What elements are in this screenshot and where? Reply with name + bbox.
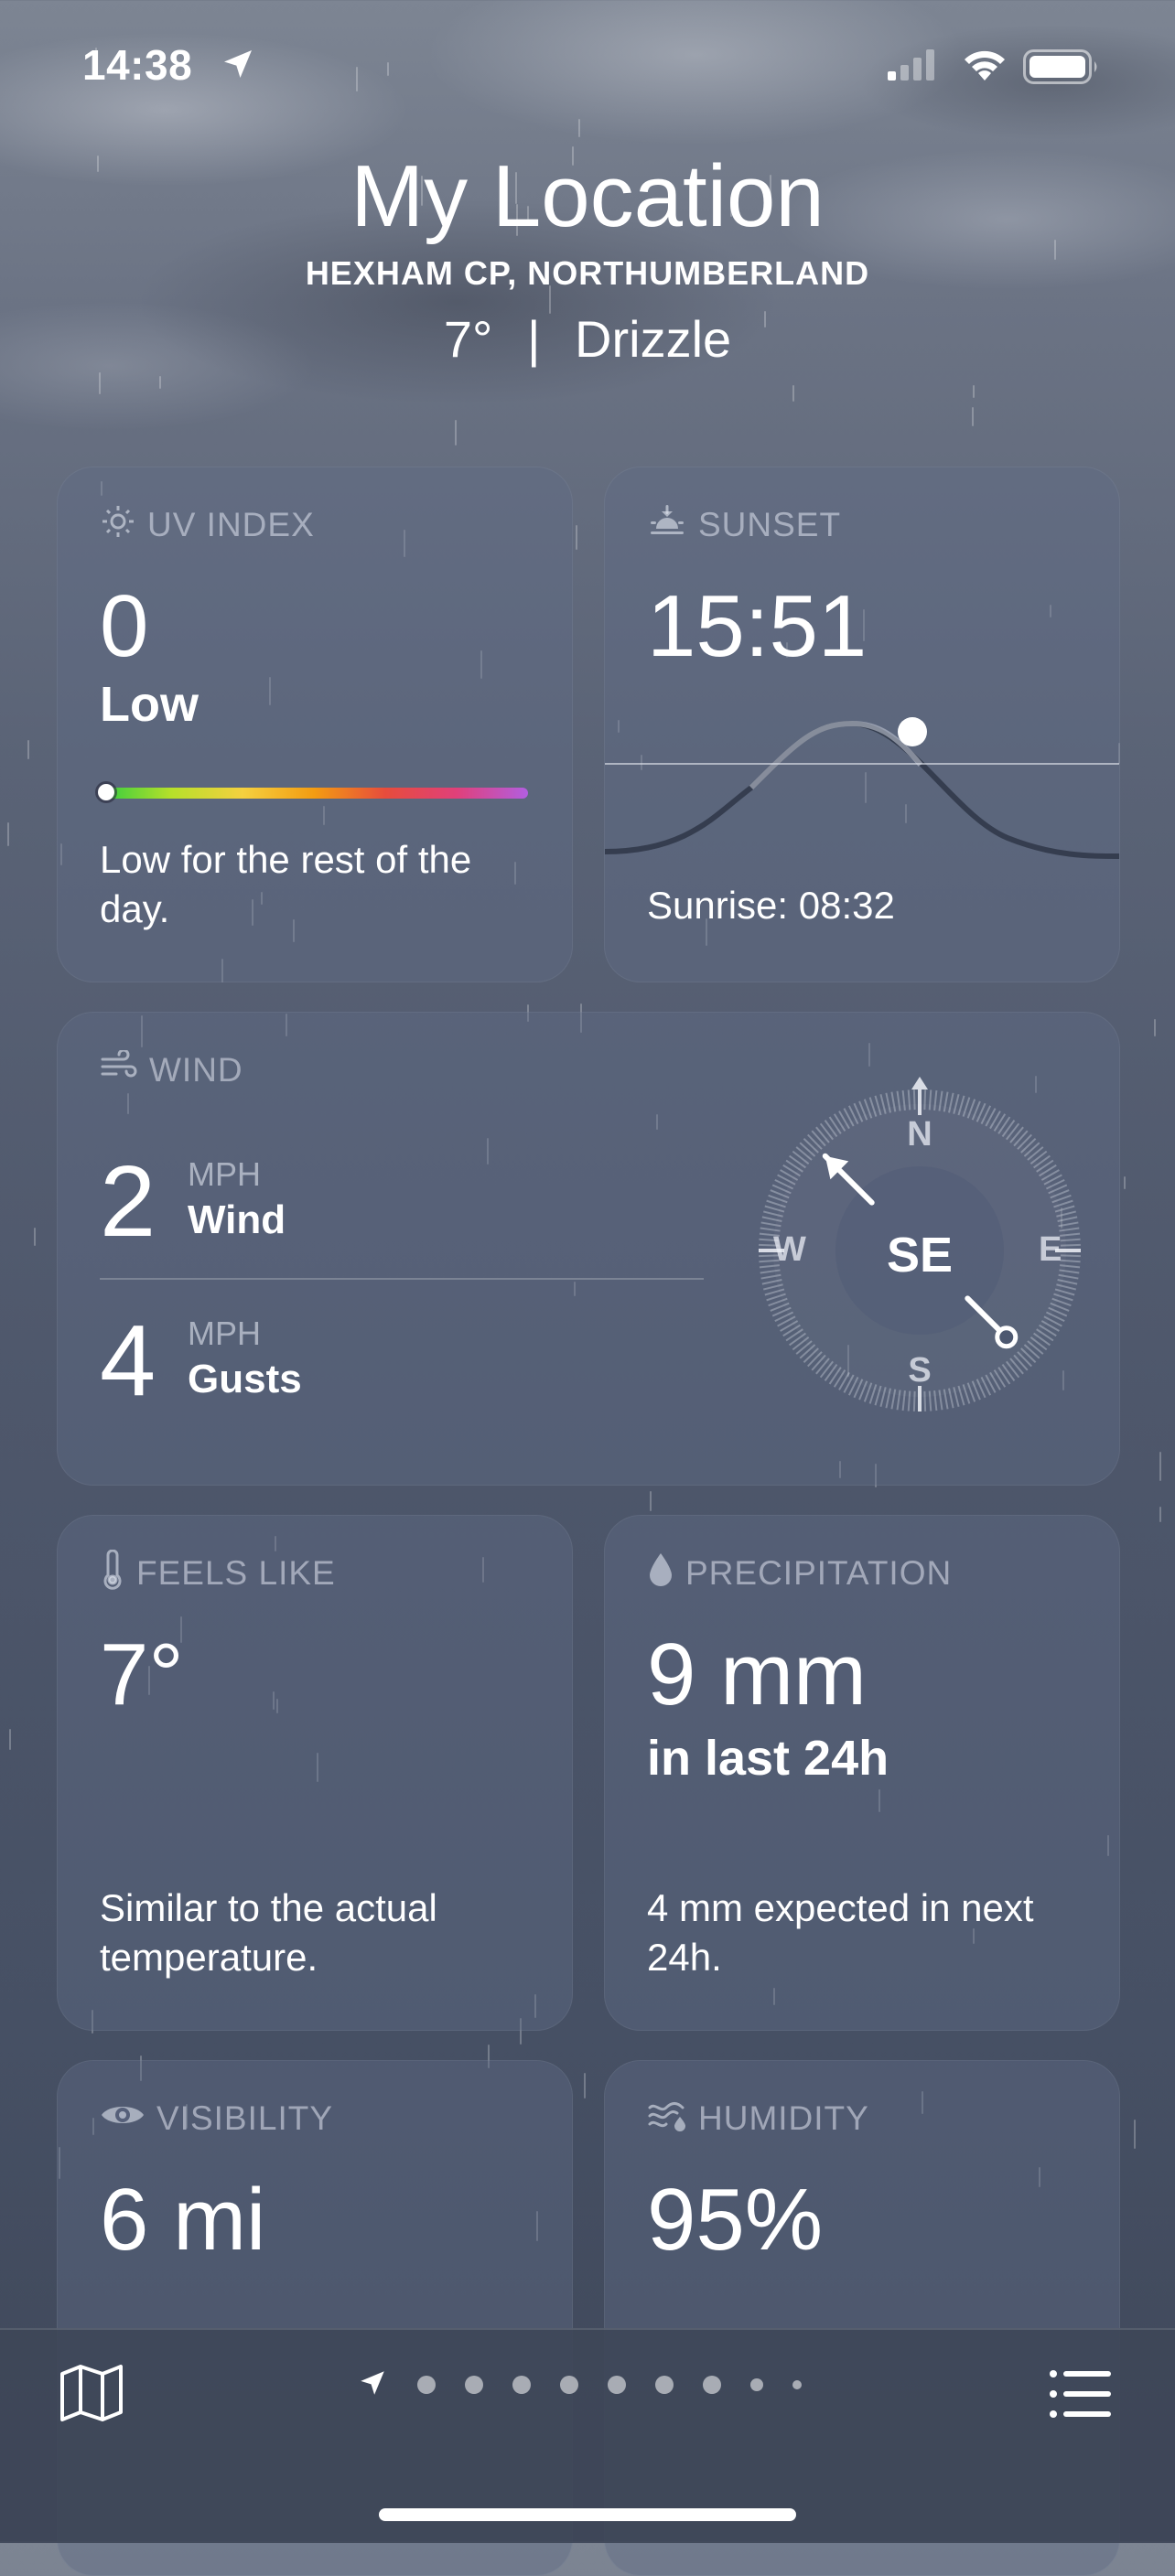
visibility-card-label: VISIBILITY bbox=[156, 2099, 334, 2137]
precipitation-card-label: PRECIPITATION bbox=[685, 1554, 953, 1592]
precipitation-description: 4 mm expected in next 24h. bbox=[647, 1886, 1034, 1979]
precipitation-period: in last 24h bbox=[647, 1731, 889, 1786]
rain-streak bbox=[99, 372, 101, 394]
signal-icon bbox=[888, 49, 943, 85]
page-dot[interactable] bbox=[465, 2376, 483, 2394]
rain-streak bbox=[972, 407, 974, 426]
wind-gust-label: Gusts bbox=[188, 1357, 302, 1401]
wind-card-label: WIND bbox=[149, 1051, 243, 1089]
conditions-separator: | bbox=[526, 310, 541, 368]
sun-path-chart bbox=[605, 717, 1119, 859]
current-temperature: 7° bbox=[443, 310, 493, 368]
rain-streak bbox=[27, 740, 29, 759]
rain-streak bbox=[650, 1491, 652, 1511]
wind-gust-value: 4 bbox=[100, 1304, 156, 1417]
map-icon[interactable] bbox=[59, 2363, 124, 2428]
wind-divider bbox=[100, 1278, 704, 1280]
rain-streak bbox=[1124, 1176, 1126, 1189]
current-location-page-icon[interactable] bbox=[357, 2367, 388, 2403]
current-condition: Drizzle bbox=[575, 310, 732, 368]
feels-like-value: 7° bbox=[100, 1626, 184, 1723]
compass-east-label: E bbox=[1039, 1230, 1062, 1269]
location-header: My Location HEXHAM CP, NORTHUMBERLAND 7°… bbox=[0, 146, 1175, 369]
page-dot[interactable] bbox=[512, 2376, 531, 2394]
home-indicator[interactable] bbox=[379, 2508, 796, 2521]
page-dot[interactable] bbox=[417, 2376, 436, 2394]
uv-card-header: UV INDEX bbox=[100, 502, 315, 548]
wind-speed-unit: MPH bbox=[188, 1155, 261, 1193]
uv-scale-bar bbox=[100, 788, 528, 799]
humidity-card-label: HUMIDITY bbox=[698, 2099, 869, 2137]
feels-like-card-label: FEELS LIKE bbox=[136, 1554, 336, 1592]
rain-streak bbox=[9, 1729, 11, 1750]
visibility-card-header: VISIBILITY bbox=[100, 2096, 333, 2141]
feels-like-card-header: FEELS LIKE bbox=[100, 1549, 336, 1598]
wind-speed-value: 2 bbox=[100, 1145, 156, 1258]
wind-icon bbox=[100, 1048, 138, 1091]
rain-streak bbox=[973, 385, 975, 398]
current-conditions: 7° | Drizzle bbox=[0, 309, 1175, 369]
precipitation-card[interactable]: PRECIPITATION 9 mm in last 24h 4 mm expe… bbox=[604, 1515, 1120, 2031]
uv-indicator-dot bbox=[98, 784, 114, 800]
page-dot[interactable] bbox=[750, 2378, 763, 2391]
sun-icon bbox=[100, 503, 136, 548]
rain-streak bbox=[1134, 2120, 1136, 2149]
list-icon[interactable] bbox=[1049, 2368, 1113, 2424]
rain-streak bbox=[1154, 1019, 1156, 1036]
compass-labels: SE N S W E bbox=[746, 1077, 1094, 1424]
humidity-value: 95% bbox=[647, 2171, 824, 2269]
uv-value: 0 bbox=[100, 577, 149, 675]
sunset-card-header: SUNSET bbox=[647, 502, 841, 548]
sunset-icon bbox=[647, 503, 687, 548]
rain-streak bbox=[34, 1228, 36, 1246]
precipitation-value: 9 mm bbox=[647, 1626, 867, 1723]
rain-streak bbox=[159, 376, 161, 389]
uv-level: Low bbox=[100, 677, 199, 732]
thermometer-icon bbox=[100, 1549, 125, 1598]
compass-north-label: N bbox=[907, 1115, 932, 1154]
sunset-time: 15:51 bbox=[647, 577, 868, 675]
eye-icon bbox=[100, 2099, 146, 2138]
status-bar: 14:38 bbox=[0, 37, 1175, 101]
page-dot[interactable] bbox=[560, 2376, 578, 2394]
rain-streak bbox=[1159, 1452, 1161, 1481]
droplet-icon bbox=[647, 1551, 674, 1596]
wind-card-header: WIND bbox=[100, 1047, 243, 1093]
sunrise-time: Sunrise: 08:32 bbox=[647, 884, 895, 927]
rain-streak bbox=[455, 420, 457, 445]
location-subtitle: HEXHAM CP, NORTHUMBERLAND bbox=[305, 254, 870, 292]
wind-gust-unit: MPH bbox=[188, 1315, 261, 1352]
wifi-icon bbox=[961, 48, 1008, 87]
feels-like-card[interactable]: FEELS LIKE 7° Similar to the actual temp… bbox=[57, 1515, 573, 2031]
location-arrow-icon bbox=[220, 46, 256, 87]
page-dot[interactable] bbox=[608, 2376, 626, 2394]
location-title: My Location bbox=[350, 147, 825, 245]
uv-index-card[interactable]: UV INDEX 0 Low Low for the rest of the d… bbox=[57, 467, 573, 982]
rain-streak bbox=[576, 525, 577, 550]
humidity-icon bbox=[647, 2098, 687, 2140]
humidity-card-header: HUMIDITY bbox=[647, 2096, 869, 2141]
page-dot[interactable] bbox=[792, 2380, 802, 2389]
uv-description: Low for the rest of the day. bbox=[100, 838, 472, 930]
rain-streak bbox=[578, 119, 580, 137]
feels-like-description: Similar to the actual temperature. bbox=[100, 1886, 437, 1979]
status-time: 14:38 bbox=[82, 41, 193, 89]
compass-west-label: W bbox=[773, 1230, 806, 1269]
wind-card[interactable]: WIND 2 MPH Wind 4 MPH Gusts SE N S W E bbox=[57, 1012, 1120, 1486]
uv-card-label: UV INDEX bbox=[147, 506, 315, 543]
compass-south-label: S bbox=[908, 1351, 932, 1390]
sunset-card[interactable]: SUNSET 15:51 Sunrise: 08:32 bbox=[604, 467, 1120, 982]
sunset-card-label: SUNSET bbox=[698, 506, 842, 543]
page-dot[interactable] bbox=[703, 2376, 721, 2394]
precipitation-card-header: PRECIPITATION bbox=[647, 1551, 952, 1596]
rain-streak bbox=[584, 2073, 586, 2098]
visibility-value: 6 mi bbox=[100, 2171, 266, 2269]
wind-speed-label: Wind bbox=[188, 1197, 286, 1242]
page-indicator[interactable] bbox=[357, 2360, 802, 2410]
rain-streak bbox=[792, 385, 794, 402]
battery-icon bbox=[1023, 49, 1100, 89]
rain-streak bbox=[7, 822, 9, 846]
page-dot[interactable] bbox=[655, 2376, 674, 2394]
rain-streak bbox=[1159, 1507, 1161, 1522]
